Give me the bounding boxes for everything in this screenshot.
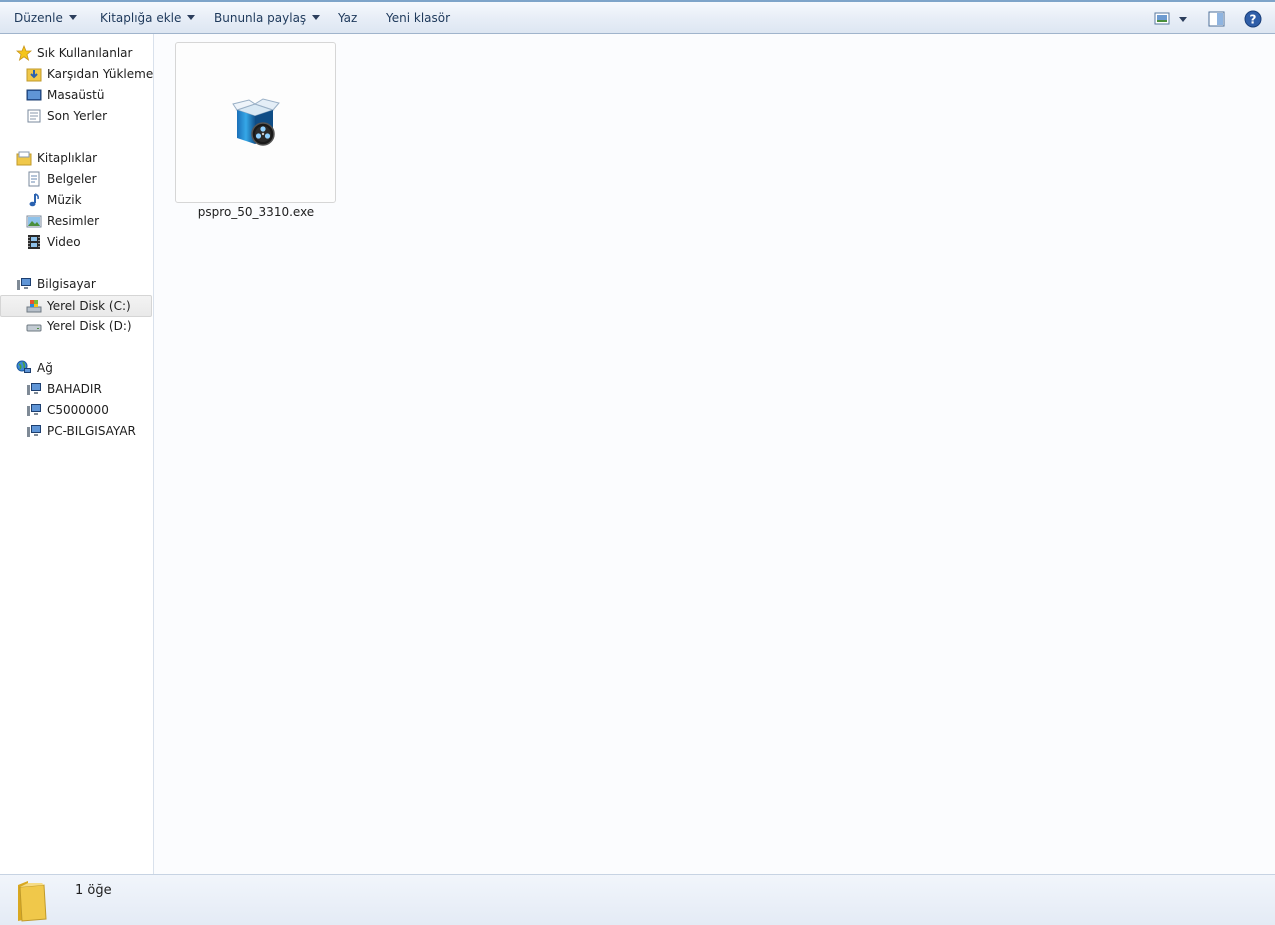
- nav-item-local-disk-c[interactable]: Yerel Disk (C:): [0, 295, 152, 317]
- details-pane: 1 öğe: [0, 874, 1275, 925]
- file-name-label[interactable]: pspro_50_3310.exe: [175, 205, 337, 219]
- change-view-button[interactable]: [1154, 10, 1194, 31]
- computer-icon: [27, 383, 41, 395]
- star-icon: [16, 45, 32, 61]
- computer-icon: [17, 278, 31, 290]
- nav-item-label: Masaüstü: [47, 88, 105, 102]
- pictures-icon: [26, 215, 42, 228]
- documents-icon: [28, 171, 40, 187]
- nav-item-label: Video: [47, 235, 81, 249]
- nav-libraries-label: Kitaplıklar: [37, 151, 98, 165]
- network-globe-icon: [16, 360, 31, 373]
- add-to-library-button[interactable]: Kitaplığa ekle: [100, 11, 196, 25]
- help-icon: ?: [1244, 10, 1262, 28]
- nav-item-label: Müzik: [47, 193, 82, 207]
- burn-button[interactable]: Yaz: [338, 11, 357, 25]
- svg-text:?: ?: [1250, 13, 1257, 27]
- nav-item-label: Resimler: [47, 214, 100, 228]
- nav-item-label: PC-BILGISAYAR: [47, 424, 136, 438]
- help-button[interactable]: ?: [1244, 10, 1262, 31]
- desktop-icon: [26, 89, 42, 101]
- navigation-pane: Sık Kullanılanlar Karşıdan Yüklemeler Ma…: [0, 34, 154, 874]
- music-note-icon: [29, 193, 39, 207]
- command-bar: Düzenle Kitaplığa ekle Bununla paylaş Ya…: [0, 0, 1275, 34]
- nav-item-label: Son Yerler: [47, 109, 108, 123]
- computer-icon: [27, 425, 41, 437]
- share-with-button[interactable]: Bununla paylaş: [214, 11, 321, 25]
- nav-favorites-label: Sık Kullanılanlar: [37, 46, 133, 60]
- system-drive-icon: [26, 300, 42, 313]
- hard-drive-icon: [26, 324, 42, 332]
- nav-item-label: Yerel Disk (C:): [47, 299, 131, 313]
- nav-item-label: Belgeler: [47, 172, 97, 186]
- nav-computer-label: Bilgisayar: [37, 277, 96, 291]
- nav-network-label: Ağ: [37, 361, 53, 375]
- preview-pane-button[interactable]: [1208, 10, 1226, 31]
- chevron-down-icon: [312, 15, 321, 20]
- nav-item-label: Yerel Disk (D:): [47, 319, 132, 333]
- computer-icon: [27, 404, 41, 416]
- chevron-down-icon: [68, 15, 77, 20]
- nav-item-label: Karşıdan Yüklemeler: [47, 67, 154, 81]
- installer-box-icon: [232, 98, 280, 146]
- add-to-library-label: Kitaplığa ekle: [100, 11, 182, 25]
- item-count-text: 1 öğe: [75, 883, 112, 898]
- film-strip-icon: [28, 235, 40, 249]
- libraries-icon: [16, 151, 32, 166]
- nav-item-label: BAHADIR: [47, 382, 102, 396]
- new-folder-button[interactable]: Yeni klasör: [386, 11, 450, 25]
- preview-pane-icon: [1208, 11, 1225, 27]
- folder-icon: [18, 881, 47, 922]
- view-icon: [1154, 12, 1187, 25]
- organize-button[interactable]: Düzenle: [14, 11, 77, 25]
- downloads-folder-icon: [26, 68, 42, 82]
- recent-places-icon: [27, 109, 41, 123]
- nav-item-label: C5000000: [47, 403, 109, 417]
- file-list-pane[interactable]: [155, 34, 1275, 874]
- file-tile[interactable]: [175, 42, 336, 203]
- organize-label: Düzenle: [14, 11, 63, 25]
- chevron-down-icon: [187, 15, 196, 20]
- share-with-label: Bununla paylaş: [214, 11, 307, 25]
